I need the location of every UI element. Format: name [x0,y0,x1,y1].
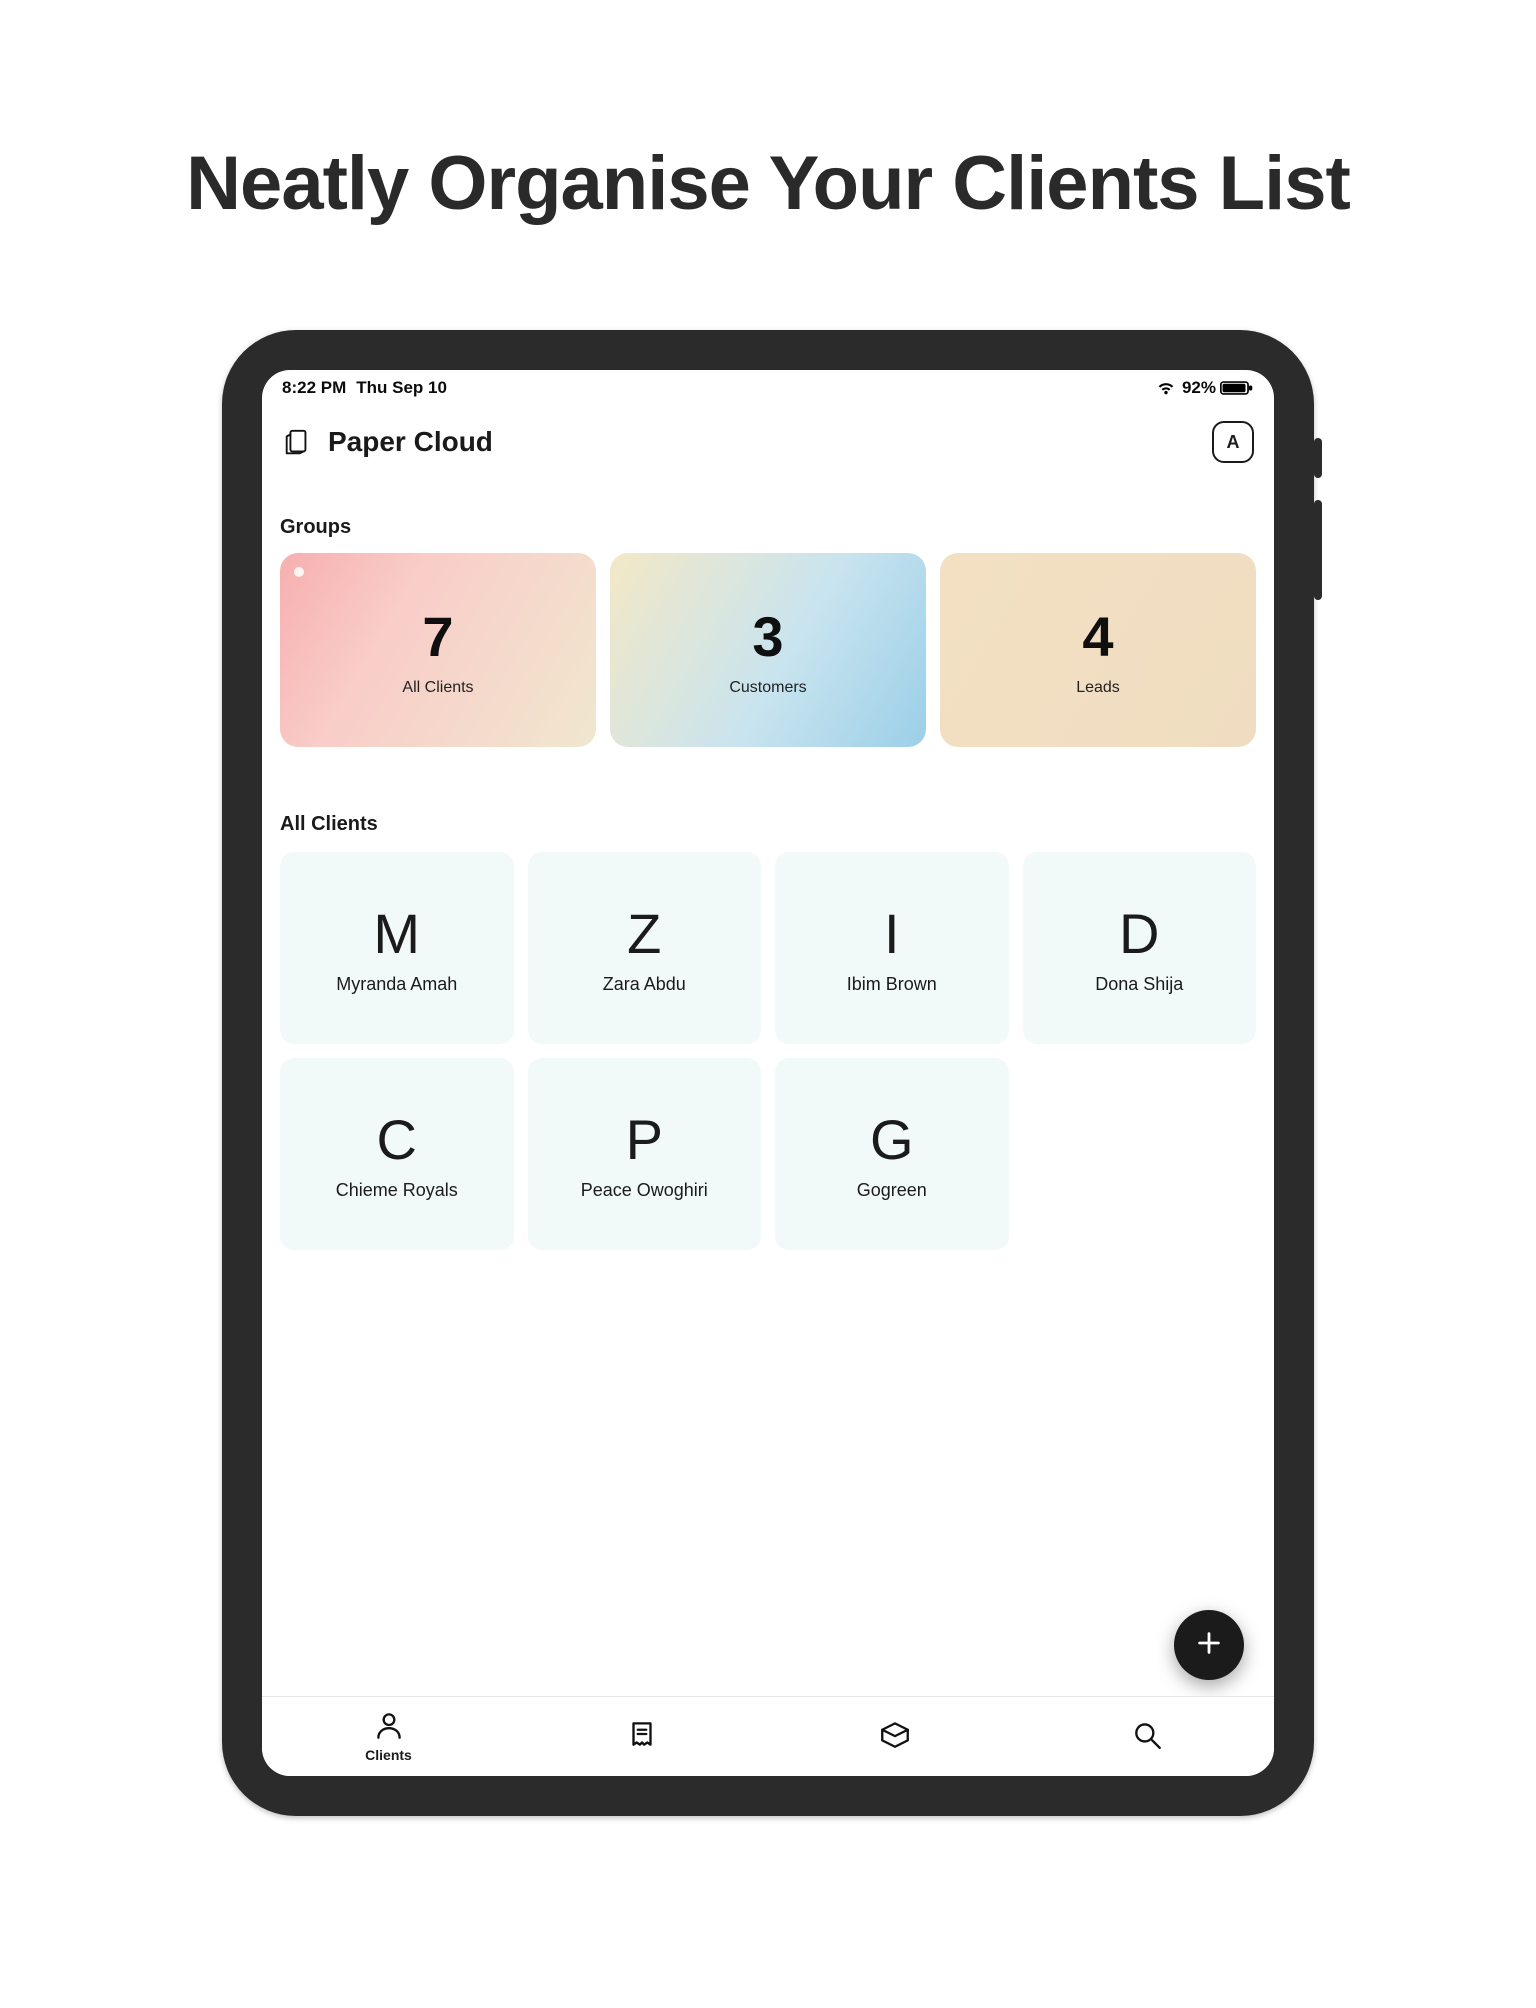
group-label: All Clients [402,679,473,697]
groups-row: 7 All Clients 3 Customers 4 Leads [280,553,1256,747]
clients-grid: M Myranda Amah Z Zara Abdu I Ibim Brown … [280,852,1256,1250]
status-bar: 8:22 PM Thu Sep 10 92% [262,370,1274,406]
device-frame: 8:22 PM Thu Sep 10 92% Paper Cloud A [222,330,1314,1816]
content: Groups 7 All Clients 3 Customers 4 Leads [262,488,1274,1696]
device-side-button-top [1314,438,1322,478]
client-initial: Z [627,901,661,966]
client-card[interactable]: M Myranda Amah [280,852,514,1044]
plus-icon [1195,1629,1223,1662]
group-card-customers[interactable]: 3 Customers [610,553,926,747]
group-count: 4 [1082,604,1113,669]
client-initial: C [377,1107,417,1172]
tab-bar: Clients [262,1696,1274,1776]
client-card[interactable]: I Ibim Brown [775,852,1009,1044]
group-label: Customers [729,679,806,697]
client-name: Zara Abdu [603,974,686,995]
group-label: Leads [1076,679,1120,697]
status-time: 8:22 PM [282,378,346,398]
client-initial: I [884,901,900,966]
device-side-button-bottom [1314,500,1322,600]
client-initial: P [626,1107,663,1172]
app-logo-icon [280,425,314,459]
scan-button-label: A [1227,432,1240,453]
client-initial: G [870,1107,914,1172]
tab-search[interactable] [1021,1719,1274,1754]
tab-label: Clients [365,1747,412,1763]
group-count: 3 [752,604,783,669]
add-client-button[interactable] [1174,1610,1244,1680]
marketing-headline: Neatly Organise Your Clients List [0,140,1536,227]
search-icon [1131,1719,1165,1754]
group-card-all-clients[interactable]: 7 All Clients [280,553,596,747]
device-screen: 8:22 PM Thu Sep 10 92% Paper Cloud A [262,370,1274,1776]
wifi-icon [1156,380,1176,396]
client-name: Chieme Royals [336,1180,458,1201]
battery-icon [1220,380,1254,396]
scan-button[interactable]: A [1212,421,1254,463]
box-icon [878,1719,912,1754]
group-card-leads[interactable]: 4 Leads [940,553,1256,747]
group-count: 7 [422,604,453,669]
receipt-icon [625,1719,659,1754]
client-initial: M [373,901,420,966]
client-name: Peace Owoghiri [581,1180,708,1201]
tab-invoices[interactable] [515,1719,768,1754]
groups-section-title: Groups [280,516,1256,539]
tab-items[interactable] [768,1719,1021,1754]
client-card[interactable]: D Dona Shija [1023,852,1257,1044]
client-card[interactable]: C Chieme Royals [280,1058,514,1250]
client-name: Myranda Amah [336,974,457,995]
client-card[interactable]: P Peace Owoghiri [528,1058,762,1250]
app-header: Paper Cloud A [262,416,1274,468]
client-name: Gogreen [857,1180,927,1201]
all-clients-section-title: All Clients [280,813,1256,836]
status-date: Thu Sep 10 [356,378,447,398]
tab-clients[interactable]: Clients [262,1710,515,1763]
client-card[interactable]: Z Zara Abdu [528,852,762,1044]
person-icon [372,1710,406,1745]
client-name: Dona Shija [1095,974,1183,995]
battery-percentage: 92% [1182,378,1216,398]
app-title: Paper Cloud [328,426,493,458]
selected-indicator-dot [294,567,304,577]
client-card[interactable]: G Gogreen [775,1058,1009,1250]
client-name: Ibim Brown [847,974,937,995]
client-initial: D [1119,901,1159,966]
